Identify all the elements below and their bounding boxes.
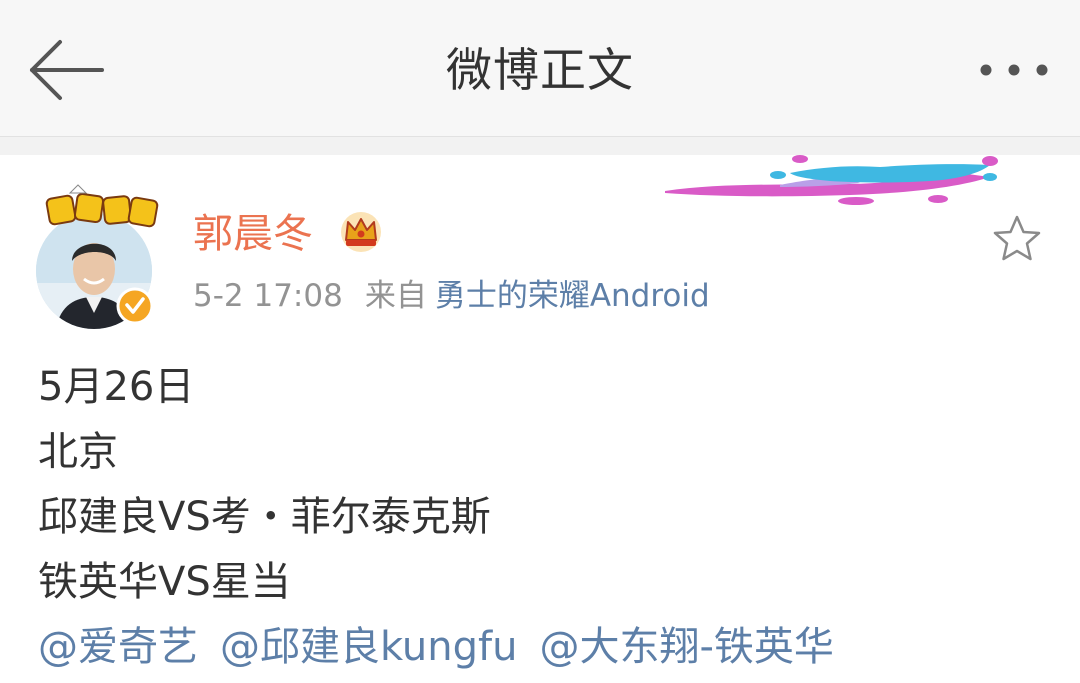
content-line-date: 5月26日 [38,364,195,410]
post-time: 5-2 17:08 [193,278,343,314]
author-name[interactable]: 郭晨冬 [193,207,313,261]
weibo-post-card: 郭晨冬 5-2 17:08 来自 勇士的荣耀Android 5月26日 北京 邱建良… [0,155,1080,683]
verified-v-icon [116,287,154,325]
source-prefix: 来自 [364,278,427,314]
content-line-match-2: 铁英华VS星当 [38,559,291,605]
more-options-button[interactable] [974,50,1054,90]
page-title: 微博正文 [446,43,634,97]
mention-iqiyi[interactable]: @爱奇艺 [38,624,198,670]
paint-splash-decoration [665,155,998,205]
avatar-pendant-icon [45,184,159,228]
post-source-link[interactable]: 勇士的荣耀Android [435,278,710,314]
crown-icon [341,212,381,252]
star-icon [993,215,1041,261]
mention-list: @爱奇艺 @邱建良kungfu @大东翔-铁英华 [38,615,856,680]
top-navigation-bar: 微博正文 [0,0,1080,137]
content-line-match-1: 邱建良VS考・菲尔泰克斯 [38,494,491,540]
mention-qiu-jianliang[interactable]: @邱建良kungfu [220,624,517,670]
section-divider [0,137,1080,155]
favorite-button[interactable] [990,213,1044,265]
post-content: 5月26日 北京 邱建良VS考・菲尔泰克斯 铁英华VS星当 @爱奇艺 @邱建良ku… [38,355,856,680]
mention-tie-yinghua[interactable]: @大东翔-铁英华 [539,624,833,670]
more-dots-icon [980,64,1048,76]
content-line-city: 北京 [38,429,118,475]
post-meta: 5-2 17:08 来自 勇士的荣耀Android [193,275,710,317]
author-avatar[interactable] [36,183,159,329]
